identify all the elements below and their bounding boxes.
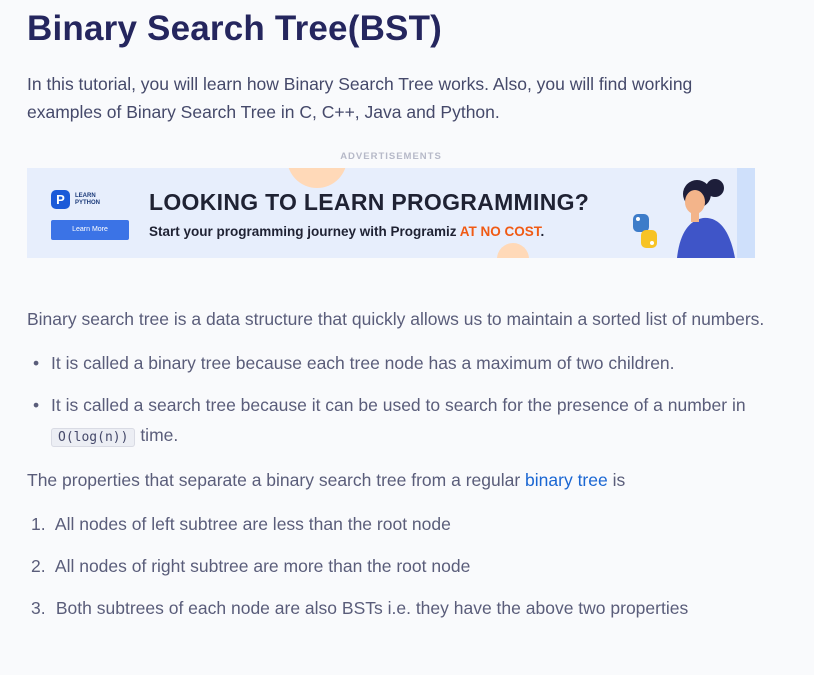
- ad-banner[interactable]: P LEARN PYTHON Learn More LOOKING TO LEA…: [27, 168, 755, 258]
- definition-paragraph: Binary search tree is a data structure t…: [27, 309, 765, 329]
- list-item-text: All nodes of right subtree are more than…: [54, 556, 471, 576]
- list-item-number: 1.: [31, 514, 46, 534]
- list-item-number: 2.: [31, 556, 46, 576]
- person-illustration-icon: [677, 179, 735, 258]
- properties-paragraph: The properties that separate a binary se…: [27, 465, 814, 495]
- list-item-number: 3.: [31, 598, 46, 618]
- list-item: It is called a binary tree because each …: [33, 348, 811, 378]
- complexity-code: O(log(n)): [51, 428, 136, 447]
- ad-subline-text: Start your programming journey with Prog…: [149, 224, 460, 239]
- properties-text: The properties that separate a binary se…: [27, 470, 526, 490]
- page-title: Binary Search Tree(BST): [27, 9, 443, 48]
- ad-logo-line1: LEARN: [75, 192, 96, 199]
- list-item: It is called a search tree because it ca…: [33, 390, 811, 453]
- binary-tree-link[interactable]: binary tree: [525, 470, 608, 490]
- ad-caption: ADVERTISEMENTS: [340, 151, 442, 162]
- list-item-text: It is called a search tree because it ca…: [51, 395, 746, 415]
- intro-paragraph: In this tutorial, you will learn how Bin…: [27, 74, 693, 122]
- article: Binary Search Tree(BST) In this tutorial…: [0, 0, 814, 623]
- ad-decor-circle: [287, 168, 347, 188]
- list-item: 2. All nodes of right subtree are more t…: [31, 551, 814, 581]
- programiz-logo-icon: P: [51, 190, 70, 209]
- ad-logo-line2: PYTHON: [75, 199, 101, 206]
- list-item-text: All nodes of left subtree are less than …: [54, 514, 451, 534]
- list-item: 1. All nodes of left subtree are less th…: [31, 509, 814, 539]
- ad-subline-suffix: .: [540, 224, 545, 239]
- ad-decor-circle: [497, 243, 529, 258]
- properties-suffix: is: [607, 470, 626, 490]
- bst-characteristics-list: It is called a binary tree because each …: [27, 348, 811, 453]
- list-item: 3. Both subtrees of each node are also B…: [31, 593, 814, 623]
- bst-properties-list: 1. All nodes of left subtree are less th…: [27, 509, 814, 623]
- list-item-suffix: time.: [135, 425, 179, 445]
- ad-subline: Start your programming journey with Prog…: [149, 224, 544, 239]
- ad-headline: LOOKING TO LEARN PROGRAMMING?: [149, 189, 590, 215]
- list-item-text: Both subtrees of each node are also BSTs…: [55, 598, 689, 618]
- ad-subline-highlight: AT NO COST: [459, 224, 541, 239]
- ad-logo: P LEARN PYTHON: [51, 190, 100, 209]
- ad-learn-more-button[interactable]: Learn More: [51, 220, 129, 240]
